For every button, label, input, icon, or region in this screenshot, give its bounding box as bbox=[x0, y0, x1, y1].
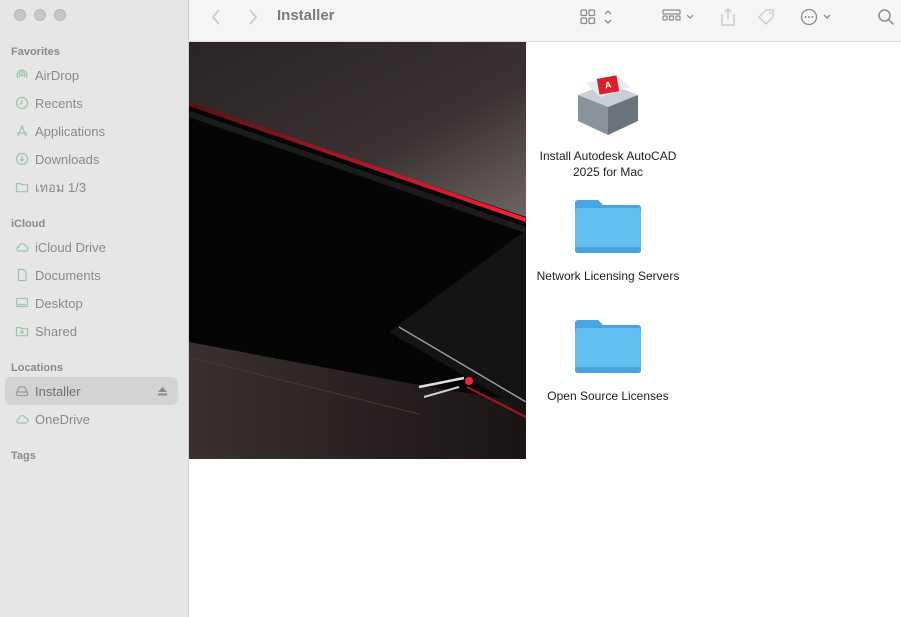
sidebar-item-installer[interactable]: Installer bbox=[5, 377, 178, 405]
sidebar-item-downloads[interactable]: Downloads bbox=[5, 145, 178, 173]
sidebar-item-label: เทอม 1/3 bbox=[35, 179, 87, 195]
forward-button[interactable] bbox=[246, 8, 260, 26]
share-button[interactable] bbox=[719, 8, 737, 26]
sidebar-item-label: Documents bbox=[35, 267, 101, 283]
cloud-icon bbox=[15, 412, 29, 426]
tag-button[interactable] bbox=[757, 8, 777, 26]
installer-package-icon: A bbox=[572, 70, 644, 142]
toolbar: Installer bbox=[189, 0, 901, 42]
clock-icon bbox=[15, 96, 29, 110]
window-title: Installer bbox=[277, 7, 335, 24]
cloud-icon bbox=[15, 240, 29, 254]
sidebar-item-airdrop[interactable]: AirDrop bbox=[5, 61, 178, 89]
eject-icon[interactable] bbox=[157, 385, 168, 396]
sidebar-item-label: Desktop bbox=[35, 295, 83, 311]
sidebar-item-documents[interactable]: Documents bbox=[5, 261, 178, 289]
sidebar-item-label: AirDrop bbox=[35, 67, 80, 83]
file-name: Network Licensing Servers bbox=[536, 269, 680, 283]
icon-grid-view-icon bbox=[580, 9, 612, 25]
file-name: Open Source Licenses bbox=[547, 389, 669, 403]
folder-icon bbox=[572, 310, 644, 382]
window-controls bbox=[14, 9, 66, 21]
folder-icon bbox=[15, 180, 29, 194]
drive-icon bbox=[15, 384, 29, 398]
download-icon bbox=[15, 152, 29, 166]
section-title-icloud: iCloud bbox=[11, 218, 46, 230]
sidebar-item-shared[interactable]: Shared bbox=[5, 317, 178, 345]
sidebar-item-label: OneDrive bbox=[35, 411, 90, 427]
minimize-button[interactable] bbox=[34, 9, 46, 21]
sidebar-item-label: Applications bbox=[35, 123, 106, 139]
sidebar-item-applications[interactable]: Applications bbox=[5, 117, 178, 145]
background-artwork bbox=[189, 42, 526, 459]
search-button[interactable] bbox=[877, 8, 895, 26]
sidebar-item-desktop[interactable]: Desktop bbox=[5, 289, 178, 317]
file-name: Install Autodesk AutoCAD 2025 for Mac bbox=[540, 148, 677, 180]
sidebar-item-label: Recents bbox=[35, 95, 83, 111]
section-title-locations: Locations bbox=[11, 362, 63, 374]
section-title-favorites: Favorites bbox=[11, 46, 60, 58]
file-name-line2: 2025 for Mac bbox=[572, 165, 644, 179]
sidebar-item-term-folder[interactable]: เทอม 1/3 bbox=[5, 173, 178, 201]
more-actions-button[interactable] bbox=[800, 8, 834, 26]
file-item-autocad-installer[interactable]: A Install Autodesk AutoCAD 2025 for Mac bbox=[523, 70, 693, 180]
sidebar-item-label: Shared bbox=[35, 323, 77, 339]
sidebar-item-icloud-drive[interactable]: iCloud Drive bbox=[5, 233, 178, 261]
view-mode-button[interactable] bbox=[580, 8, 616, 26]
sidebar-item-label: Downloads bbox=[35, 151, 100, 167]
group-by-button[interactable] bbox=[662, 8, 698, 26]
chevron-left-icon bbox=[211, 9, 220, 25]
folder-icon bbox=[572, 190, 644, 262]
file-browser-content[interactable]: A Install Autodesk AutoCAD 2025 for Mac … bbox=[189, 42, 901, 617]
sidebar-item-recents[interactable]: Recents bbox=[5, 89, 178, 117]
file-item-network-licensing-servers[interactable]: Network Licensing Servers bbox=[523, 190, 693, 284]
airdrop-icon bbox=[15, 68, 29, 82]
file-name-line1: Install Autodesk AutoCAD bbox=[539, 149, 677, 163]
document-icon bbox=[15, 268, 29, 282]
sidebar-item-onedrive[interactable]: OneDrive bbox=[5, 405, 178, 433]
tag-icon bbox=[758, 9, 774, 25]
back-button[interactable] bbox=[209, 8, 223, 26]
share-icon bbox=[721, 8, 735, 26]
file-item-open-source-licenses[interactable]: Open Source Licenses bbox=[523, 310, 693, 404]
ellipsis-circle-icon bbox=[800, 8, 831, 26]
desktop-icon bbox=[15, 296, 29, 310]
search-icon bbox=[878, 9, 895, 26]
applications-icon bbox=[15, 124, 29, 138]
sidebar-item-label: iCloud Drive bbox=[35, 239, 106, 255]
chevron-right-icon bbox=[249, 9, 258, 25]
section-title-tags: Tags bbox=[11, 450, 36, 462]
zoom-button[interactable] bbox=[54, 9, 66, 21]
shared-folder-icon bbox=[15, 324, 29, 338]
close-button[interactable] bbox=[14, 9, 26, 21]
sidebar-item-label: Installer bbox=[35, 383, 81, 399]
group-icon bbox=[662, 9, 694, 21]
sidebar: Favorites AirDrop Recents Applications D… bbox=[0, 0, 189, 617]
